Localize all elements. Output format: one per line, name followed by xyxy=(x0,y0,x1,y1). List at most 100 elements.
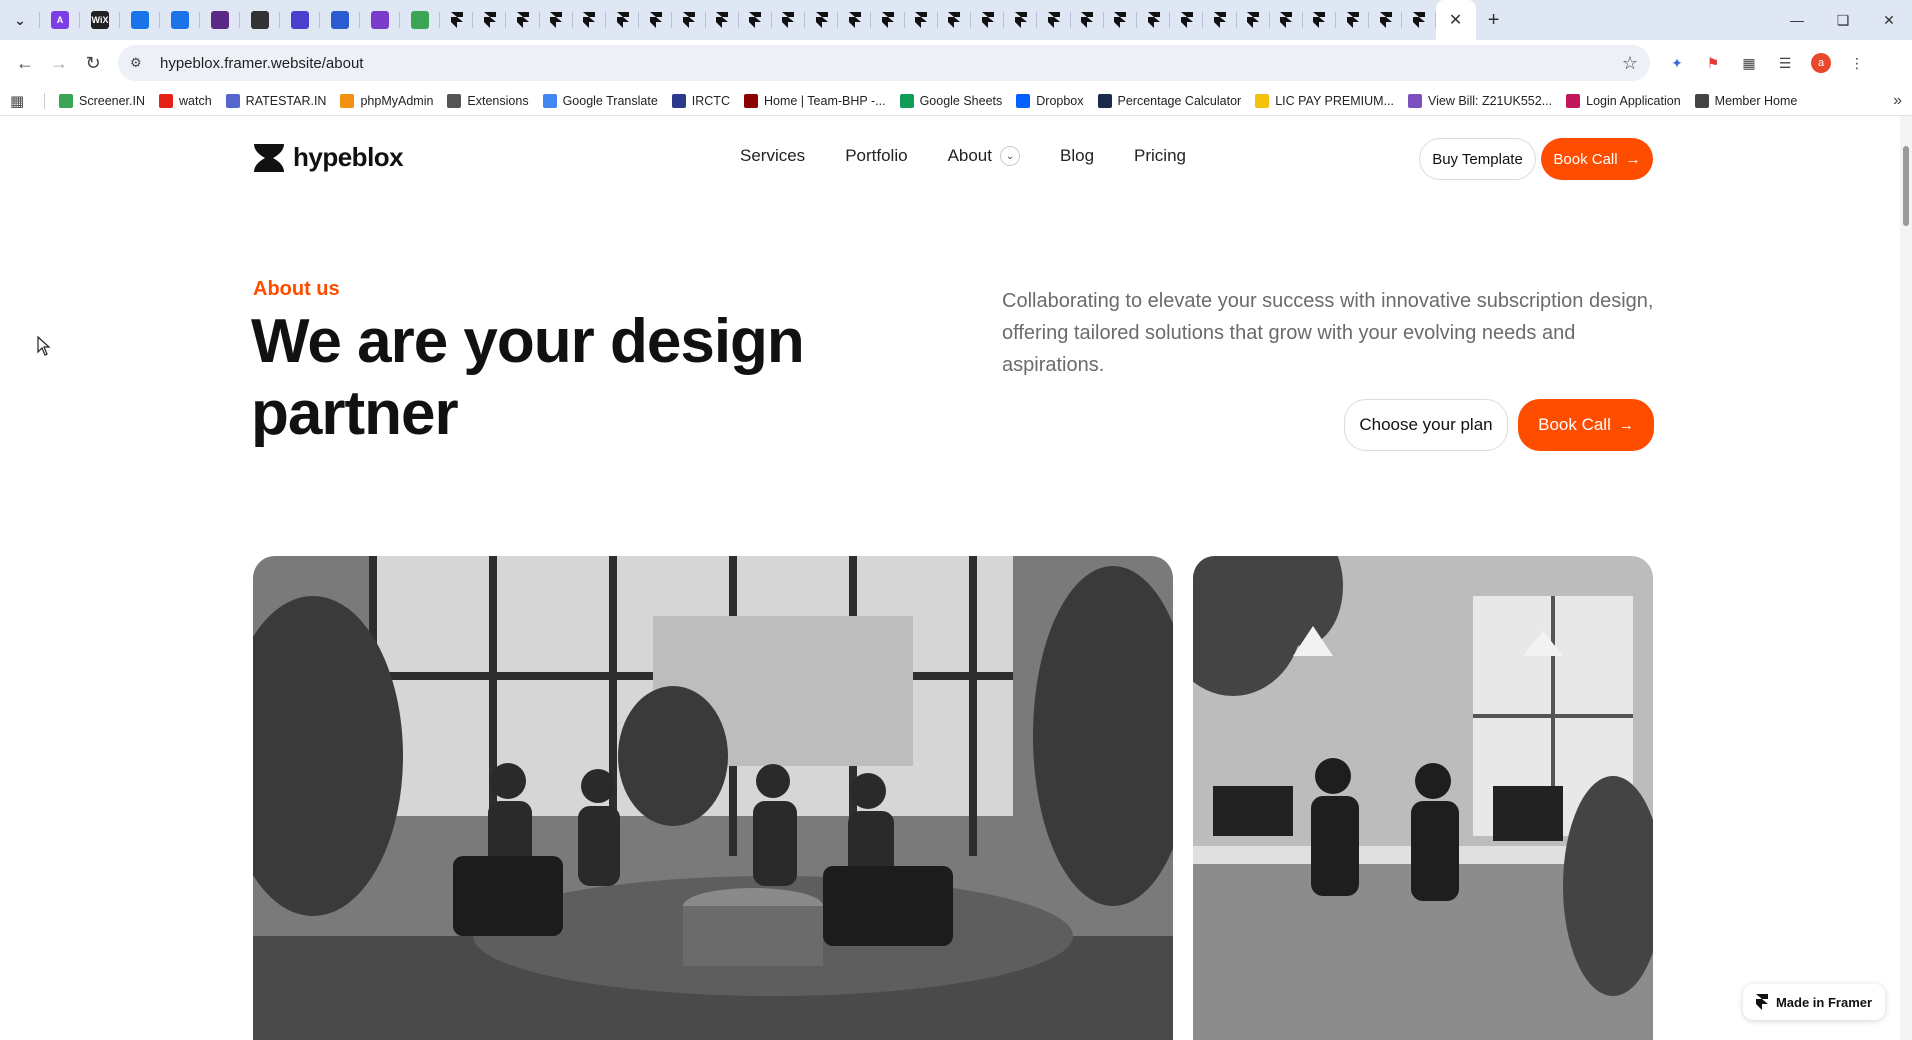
browser-tab[interactable] xyxy=(672,0,706,40)
framer-logo-icon xyxy=(1213,12,1226,28)
browser-tab[interactable] xyxy=(400,0,440,40)
browser-tab[interactable] xyxy=(905,0,939,40)
made-in-framer-badge[interactable]: Made in Framer xyxy=(1743,984,1885,1020)
media-icon[interactable]: ☰ xyxy=(1772,50,1798,76)
browser-tab[interactable] xyxy=(1369,0,1403,40)
close-window-icon[interactable]: ✕ xyxy=(1866,0,1912,40)
browser-tab[interactable] xyxy=(871,0,905,40)
bookmark-item[interactable]: phpMyAdmin xyxy=(340,93,433,108)
bookmark-item[interactable]: Google Sheets xyxy=(899,93,1002,108)
browser-tab[interactable]: WiX xyxy=(80,0,120,40)
browser-tab[interactable] xyxy=(639,0,673,40)
bookmark-item[interactable]: Screener.IN xyxy=(59,93,146,108)
site-info-icon[interactable]: ⚙ xyxy=(130,55,152,71)
bookmark-item[interactable]: RATESTAR.IN xyxy=(225,93,326,108)
browser-tab[interactable] xyxy=(971,0,1005,40)
book-call-hero-button[interactable]: Book Call → xyxy=(1518,399,1654,451)
back-icon[interactable]: ← xyxy=(8,46,42,80)
more-bookmarks-icon[interactable]: » xyxy=(1893,92,1902,110)
bookmark-item[interactable]: Login Application xyxy=(1566,93,1681,108)
bookmark-item[interactable]: Extensions xyxy=(447,93,529,108)
new-tab-icon[interactable]: + xyxy=(1476,0,1512,40)
avatar[interactable]: a xyxy=(1808,50,1834,76)
extension-icon[interactable]: ✦ xyxy=(1664,50,1690,76)
forward-icon[interactable]: → xyxy=(42,46,76,80)
address-bar[interactable]: ⚙ hypeblox.framer.website/about ☆ xyxy=(118,45,1650,81)
browser-tab[interactable] xyxy=(440,0,474,40)
browser-tab[interactable] xyxy=(240,0,280,40)
active-tab-close-icon[interactable]: ✕ xyxy=(1435,0,1476,40)
browser-tab[interactable] xyxy=(1237,0,1270,40)
browser-tab[interactable] xyxy=(772,0,806,40)
browser-tab[interactable] xyxy=(1303,0,1337,40)
browser-tab[interactable] xyxy=(320,0,360,40)
bookmark-item[interactable]: LIC PAY PREMIUM... xyxy=(1255,93,1394,108)
browser-tab[interactable] xyxy=(540,0,573,40)
bookmark-item[interactable]: IRCTC xyxy=(671,93,730,108)
extension-icon[interactable]: ⚑ xyxy=(1700,50,1726,76)
bookmark-item[interactable]: watch xyxy=(159,93,212,108)
puzzle-icon[interactable]: ▦ xyxy=(1736,50,1762,76)
bookmark-item[interactable]: Home | Team-BHP -... xyxy=(743,93,886,108)
framer-logo-icon xyxy=(948,12,961,28)
browser-tab[interactable] xyxy=(1004,0,1038,40)
browser-tab[interactable] xyxy=(360,0,400,40)
address-text[interactable]: hypeblox.framer.website/about xyxy=(160,55,363,72)
browser-tab[interactable] xyxy=(1203,0,1237,40)
browser-tab[interactable] xyxy=(1137,0,1171,40)
browser-tab[interactable] xyxy=(1104,0,1138,40)
nav-about-label: About xyxy=(947,146,992,165)
browser-tab[interactable] xyxy=(805,0,839,40)
browser-tab[interactable] xyxy=(506,0,540,40)
browser-tab[interactable] xyxy=(200,0,240,40)
browser-tab[interactable]: A xyxy=(40,0,80,40)
browser-tab[interactable] xyxy=(838,0,872,40)
browser-tab[interactable] xyxy=(1071,0,1104,40)
reload-icon[interactable]: ↻ xyxy=(76,46,110,80)
browser-tab[interactable] xyxy=(1336,0,1370,40)
buy-template-label: Buy Template xyxy=(1432,150,1523,168)
bookmark-star-icon[interactable]: ☆ xyxy=(1622,53,1638,74)
nav-services[interactable]: Services xyxy=(740,146,805,166)
scrollbar[interactable] xyxy=(1900,116,1912,1040)
minimize-icon[interactable]: — xyxy=(1774,0,1820,40)
nav-about[interactable]: About ⌄ xyxy=(948,146,1020,166)
bookmark-item[interactable]: Dropbox xyxy=(1016,93,1084,108)
browser-tab[interactable] xyxy=(1270,0,1304,40)
team-office-photo xyxy=(1193,556,1653,1040)
apps-grid-icon[interactable]: ▦ xyxy=(10,92,30,110)
browser-tab[interactable] xyxy=(473,0,507,40)
main-menu: Services Portfolio About ⌄ Blog Pricing xyxy=(740,146,1226,166)
browser-tab[interactable] xyxy=(938,0,972,40)
framer-logo-icon xyxy=(1114,12,1127,28)
browser-tab[interactable] xyxy=(280,0,320,40)
bookmark-item[interactable]: Google Translate xyxy=(542,93,658,108)
bookmark-item[interactable]: Percentage Calculator xyxy=(1097,93,1241,108)
browser-tab[interactable] xyxy=(573,0,607,40)
browser-tab[interactable] xyxy=(160,0,200,40)
choose-plan-button[interactable]: Choose your plan xyxy=(1344,399,1508,451)
nav-blog[interactable]: Blog xyxy=(1060,146,1094,166)
browser-tab[interactable] xyxy=(1170,0,1204,40)
menu-icon[interactable]: ⋮ xyxy=(1844,50,1870,76)
chevron-down-icon[interactable]: ⌄ xyxy=(1000,146,1020,166)
nav-portfolio[interactable]: Portfolio xyxy=(845,146,907,166)
bookmark-label: Screener.IN xyxy=(79,93,146,108)
buy-template-button[interactable]: Buy Template xyxy=(1419,138,1536,180)
logo[interactable]: hypeblox xyxy=(253,142,404,173)
browser-tab[interactable] xyxy=(706,0,739,40)
browser-tab[interactable] xyxy=(1037,0,1071,40)
browser-tab[interactable] xyxy=(739,0,773,40)
browser-tab[interactable] xyxy=(1402,0,1436,40)
team-lounge-photo xyxy=(253,556,1173,1040)
browser-tab[interactable] xyxy=(120,0,160,40)
restore-icon[interactable]: ❏ xyxy=(1820,0,1866,40)
scrollbar-thumb[interactable] xyxy=(1903,146,1909,226)
bookmark-item[interactable]: View Bill: Z21UK552... xyxy=(1407,93,1552,108)
framer-logo-icon xyxy=(815,12,828,28)
nav-pricing[interactable]: Pricing xyxy=(1134,146,1186,166)
bookmark-item[interactable]: Member Home xyxy=(1694,93,1797,108)
browser-tab[interactable] xyxy=(606,0,640,40)
browser-tab[interactable]: ⌄ xyxy=(0,0,40,40)
book-call-button[interactable]: Book Call → xyxy=(1541,138,1653,180)
